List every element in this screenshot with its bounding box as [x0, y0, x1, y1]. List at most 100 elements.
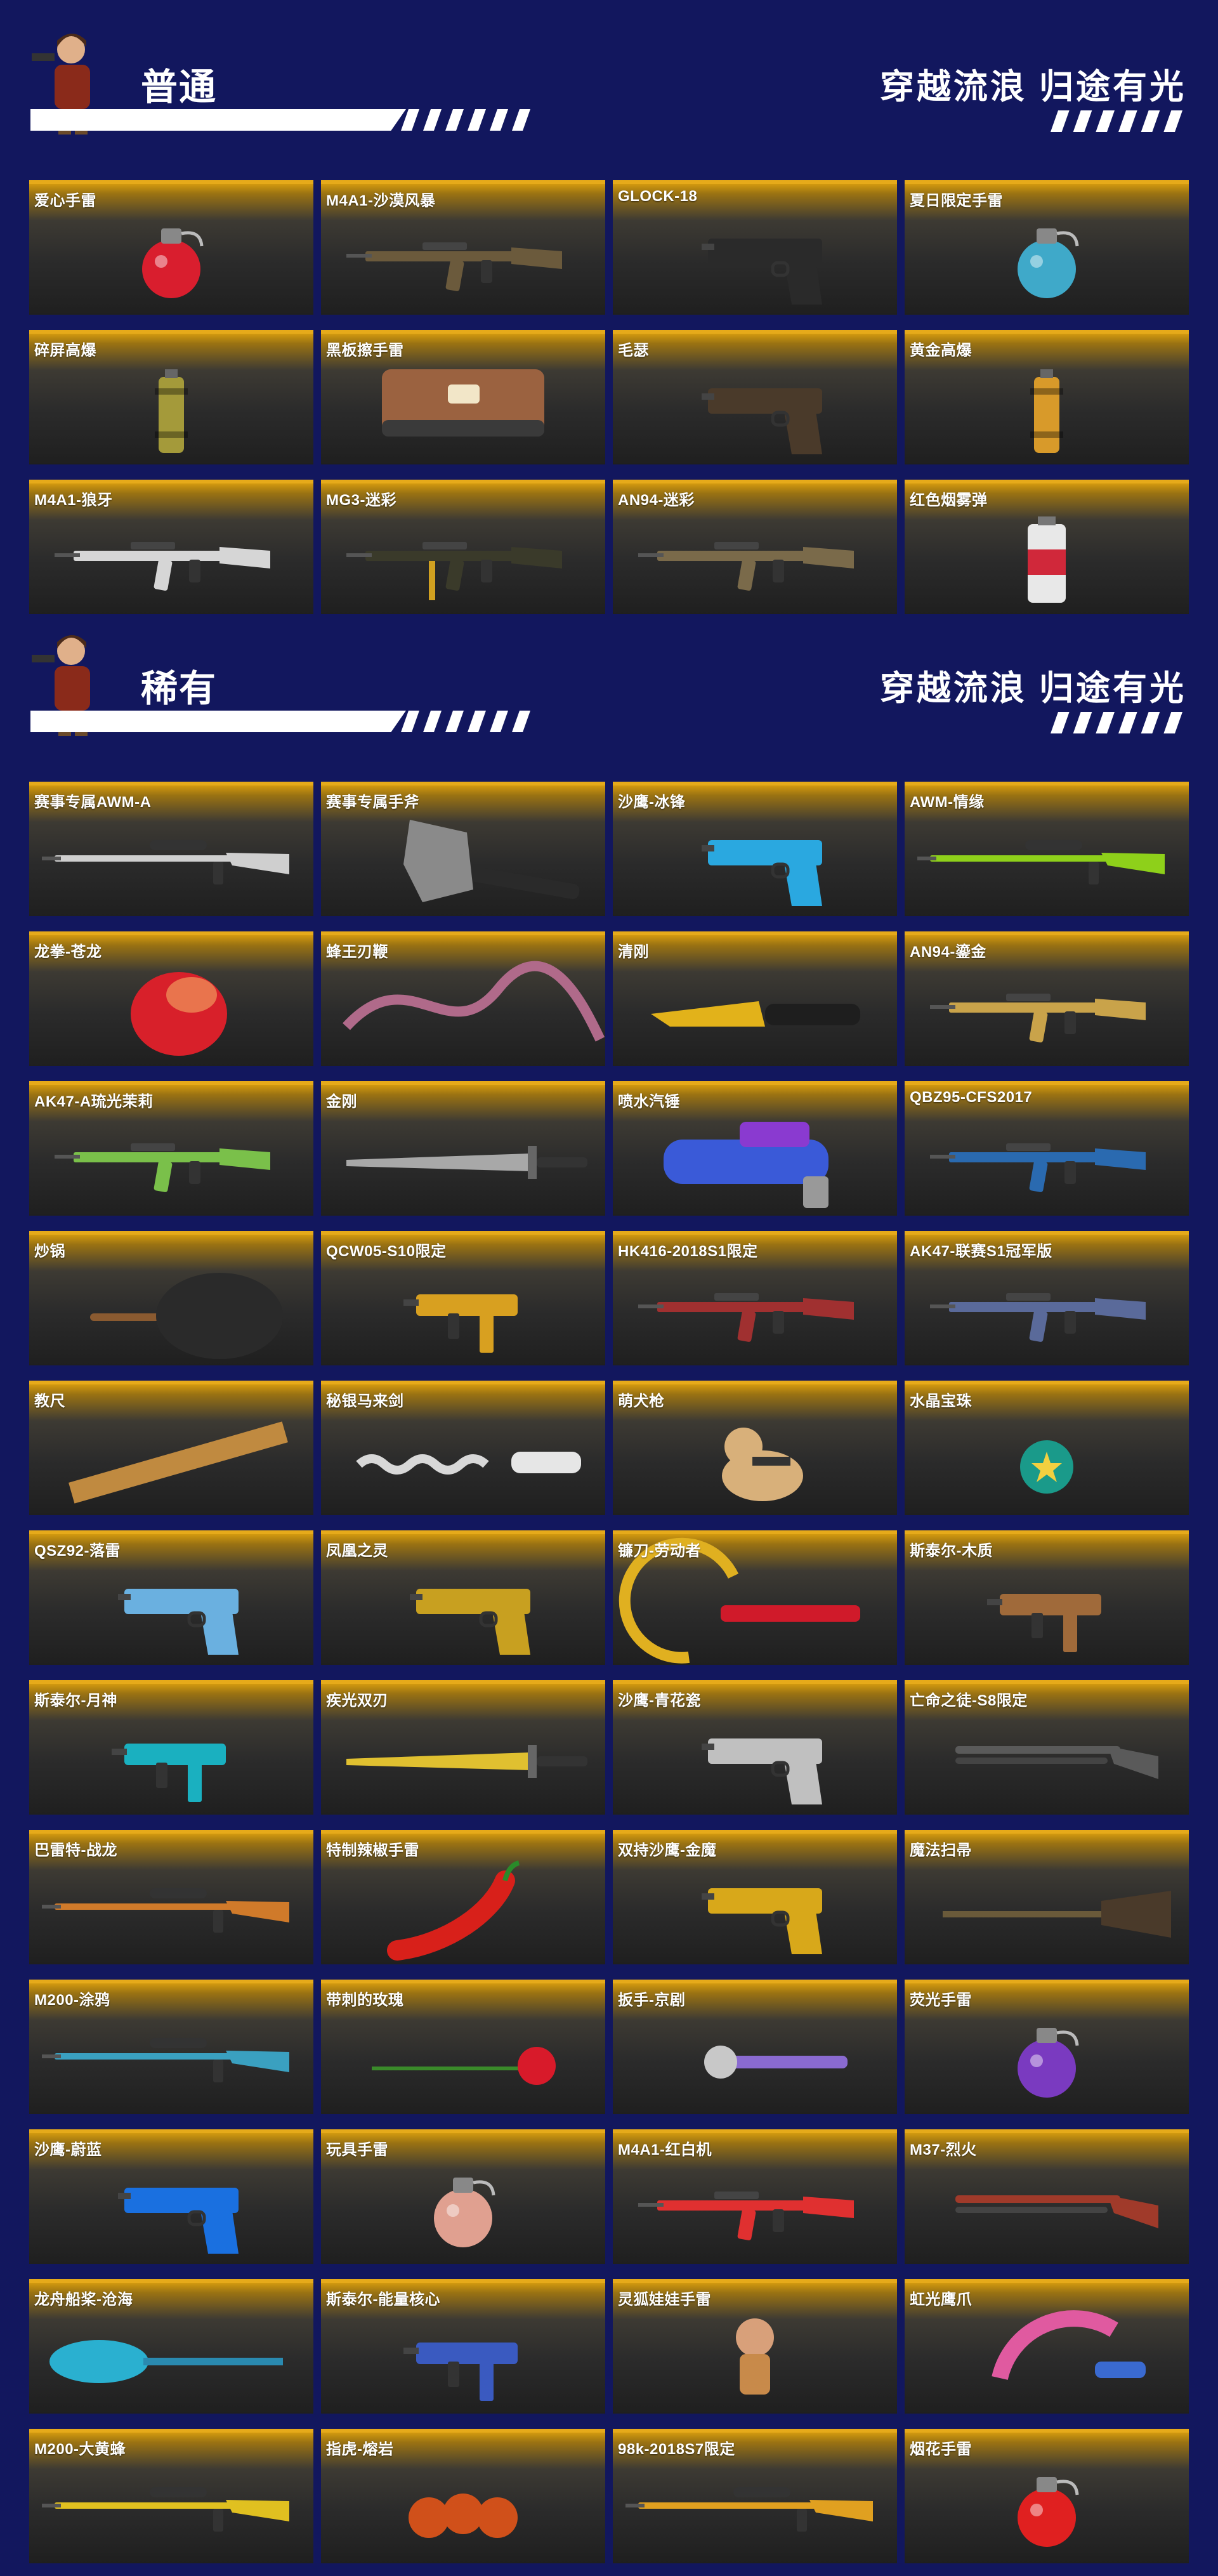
item-name: 荧光手雷	[910, 1992, 972, 2009]
item-card[interactable]: 巴雷特-战龙	[29, 1830, 313, 1964]
section-slogan: 穿越流浪 归途有光	[879, 669, 1186, 707]
item-name: 镰刀-劳动者	[618, 1542, 701, 1560]
section-header: 稀有 穿越流浪 归途有光	[0, 601, 1218, 736]
item-card[interactable]: 带刺的玫瑰	[321, 1980, 605, 2114]
item-card[interactable]: 碎屏高爆	[29, 330, 313, 464]
item-card[interactable]: M4A1-狼牙	[29, 480, 313, 614]
item-card[interactable]: 亡命之徒-S8限定	[905, 1680, 1189, 1815]
item-card[interactable]: MG3-迷彩	[321, 480, 605, 614]
item-card[interactable]: 斯泰尔-木质	[905, 1530, 1189, 1665]
section-0: 普通 穿越流浪 归途有光 爱心手雷 M4A1-沙漠风暴 GLOCK-18 夏日限…	[0, 0, 1218, 614]
item-card[interactable]: 98k-2018S7限定	[613, 2429, 897, 2563]
item-card[interactable]: 虹光鹰爪	[905, 2279, 1189, 2414]
item-card[interactable]: 沙鹰-青花瓷	[613, 1680, 897, 1815]
item-name: 玩具手雷	[326, 2141, 388, 2159]
item-card[interactable]: AN94-鎏金	[905, 931, 1189, 1066]
item-card[interactable]: M200-大黄蜂	[29, 2429, 313, 2563]
item-card[interactable]: 教尺	[29, 1381, 313, 1515]
item-name: 斯泰尔-能量核心	[326, 2291, 440, 2308]
item-name: 碎屏高爆	[34, 342, 96, 359]
item-name: HK416-2018S1限定	[618, 1243, 758, 1260]
item-card[interactable]: QCW05-S10限定	[321, 1231, 605, 1365]
stripes-right-decoration	[1051, 110, 1186, 132]
item-name: 虹光鹰爪	[910, 2291, 972, 2308]
item-card[interactable]: 斯泰尔-月神	[29, 1680, 313, 1815]
item-card[interactable]: 黄金高爆	[905, 330, 1189, 464]
item-name: GLOCK-18	[618, 188, 698, 205]
item-card[interactable]: 凤凰之灵	[321, 1530, 605, 1665]
item-card[interactable]: 龙拳-苍龙	[29, 931, 313, 1066]
header-underline	[30, 109, 406, 131]
item-name: 疾光双刃	[326, 1692, 388, 1709]
stripes-left-decoration	[401, 711, 534, 732]
item-card[interactable]: 沙鹰-冰锋	[613, 782, 897, 916]
item-card[interactable]: 炒锅	[29, 1231, 313, 1365]
item-card[interactable]: 毛瑟	[613, 330, 897, 464]
item-card[interactable]: QBZ95-CFS2017	[905, 1081, 1189, 1216]
item-card[interactable]: 水晶宝珠	[905, 1381, 1189, 1515]
item-card[interactable]: M200-涂鸦	[29, 1980, 313, 2114]
section-slogan: 穿越流浪 归途有光	[879, 68, 1186, 106]
sword-icon	[346, 1146, 587, 1179]
item-name: 教尺	[34, 1393, 65, 1410]
item-name: 爱心手雷	[34, 192, 96, 209]
item-card[interactable]: 蜂王刃鞭	[321, 931, 605, 1066]
item-card[interactable]: AK47-联赛S1冠军版	[905, 1231, 1189, 1365]
item-card[interactable]: GLOCK-18	[613, 180, 897, 315]
item-name: M200-涂鸦	[34, 1992, 110, 2009]
item-card[interactable]: 喷水汽锤	[613, 1081, 897, 1216]
item-card[interactable]: M4A1-沙漠风暴	[321, 180, 605, 315]
item-card[interactable]: AN94-迷彩	[613, 480, 897, 614]
item-name: MG3-迷彩	[326, 492, 396, 509]
item-card[interactable]: 秘银马来剑	[321, 1381, 605, 1515]
item-card[interactable]: 双持沙鹰-金魔	[613, 1830, 897, 1964]
item-card[interactable]: 黑板擦手雷	[321, 330, 605, 464]
item-card[interactable]: 斯泰尔-能量核心	[321, 2279, 605, 2414]
item-name: 喷水汽锤	[618, 1093, 680, 1110]
item-card[interactable]: 赛事专属AWM-A	[29, 782, 313, 916]
item-name: M4A1-狼牙	[34, 492, 113, 509]
item-card[interactable]: 特制辣椒手雷	[321, 1830, 605, 1964]
item-name: 龙拳-苍龙	[34, 943, 102, 961]
header-underline	[30, 711, 406, 732]
item-name: 萌犬枪	[618, 1393, 665, 1410]
item-name: 烟花手雷	[910, 2441, 972, 2458]
item-card[interactable]: 红色烟雾弹	[905, 480, 1189, 614]
item-card[interactable]: 扳手-京剧	[613, 1980, 897, 2114]
item-card[interactable]: 疾光双刃	[321, 1680, 605, 1815]
section-title: 普通	[141, 67, 218, 108]
wok-icon	[90, 1273, 283, 1359]
item-card[interactable]: 指虎-熔岩	[321, 2429, 605, 2563]
item-name: 黑板擦手雷	[326, 342, 404, 359]
item-name: AK47-A琉光茉莉	[34, 1093, 154, 1110]
item-card[interactable]: 魔法扫帚	[905, 1830, 1189, 1964]
item-card[interactable]: 镰刀-劳动者	[613, 1530, 897, 1665]
item-card[interactable]: 金刚	[321, 1081, 605, 1216]
item-card[interactable]: M4A1-红白机	[613, 2129, 897, 2264]
item-card[interactable]: 龙舟船桨-沧海	[29, 2279, 313, 2414]
item-card[interactable]: HK416-2018S1限定	[613, 1231, 897, 1365]
item-name: 亡命之徒-S8限定	[910, 1692, 1028, 1709]
item-card[interactable]: 爱心手雷	[29, 180, 313, 315]
item-name: AK47-联赛S1冠军版	[910, 1243, 1052, 1260]
item-card[interactable]: 玩具手雷	[321, 2129, 605, 2264]
item-name: 双持沙鹰-金魔	[618, 1842, 717, 1859]
item-card[interactable]: 沙鹰-蔚蓝	[29, 2129, 313, 2264]
item-card[interactable]: QSZ92-落雷	[29, 1530, 313, 1665]
item-card[interactable]: 萌犬枪	[613, 1381, 897, 1515]
section-header: 普通 穿越流浪 归途有光	[0, 0, 1218, 135]
item-card[interactable]: M37-烈火	[905, 2129, 1189, 2264]
item-name: 夏日限定手雷	[910, 192, 1003, 209]
item-card[interactable]: 荧光手雷	[905, 1980, 1189, 2114]
item-card[interactable]: 烟花手雷	[905, 2429, 1189, 2563]
item-card[interactable]: 清刚	[613, 931, 897, 1066]
item-name: 红色烟雾弹	[910, 492, 988, 509]
item-card[interactable]: 夏日限定手雷	[905, 180, 1189, 315]
item-card[interactable]: 灵狐娃娃手雷	[613, 2279, 897, 2414]
item-name: M4A1-红白机	[618, 2141, 712, 2159]
item-card[interactable]: AWM-情缘	[905, 782, 1189, 916]
item-card[interactable]: 赛事专属手斧	[321, 782, 605, 916]
item-name: 龙舟船桨-沧海	[34, 2291, 133, 2308]
ruler-icon	[69, 1421, 288, 1504]
item-card[interactable]: AK47-A琉光茉莉	[29, 1081, 313, 1216]
